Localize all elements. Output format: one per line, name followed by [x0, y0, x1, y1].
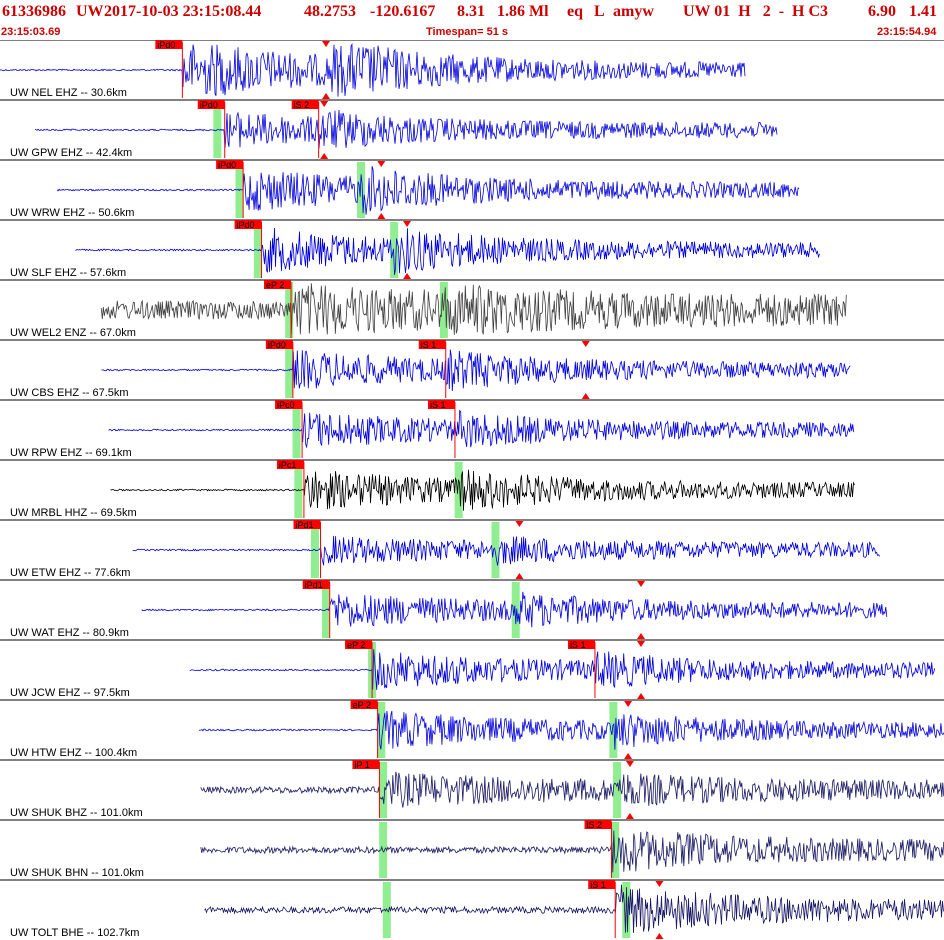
pick-label: iPd0 [237, 220, 255, 230]
marker-triangle-bottom [636, 633, 645, 639]
station-label: UW TOLT BHE -- 102.7km [10, 927, 139, 939]
marker-triangle-top [655, 881, 664, 887]
event-lat: 48.2753 [304, 3, 356, 20]
station-label: UW ETW EHZ -- 77.6km [10, 567, 130, 579]
marker-triangle-bottom [322, 93, 331, 99]
pick-label: eP 2 [353, 700, 371, 710]
pick-label: iPd0 [218, 160, 236, 170]
waveform-trace [101, 349, 851, 392]
event-extra2: 1.41 [909, 3, 937, 20]
marker-triangle-bottom [655, 933, 664, 939]
pick-window [454, 462, 463, 518]
event-datetime: 2017-10-03 23:15:08.44 [104, 3, 262, 20]
pick-window [377, 702, 386, 758]
event-extra1: 6.90 [868, 3, 896, 20]
pick-label: iS 2 [294, 100, 310, 110]
marker-triangle-top [377, 161, 386, 167]
marker-triangle-bottom [377, 213, 386, 219]
event-author: amyw [613, 3, 654, 20]
pick-label: iS 1 [421, 340, 437, 350]
event-magnitude: 1.86 Ml [497, 3, 549, 20]
event-quality: UW 01 H 2 - H C3 [683, 3, 829, 20]
marker-triangle-bottom [403, 273, 412, 279]
station-label: UW MRBL HHZ -- 69.5km [10, 507, 137, 519]
marker-triangle-top [403, 221, 412, 227]
waveform-trace [200, 830, 944, 873]
start-time: 23:15:03.69 [1, 26, 61, 38]
time-bar: 23:15:03.69 Timespan= 51 s 23:15:54.94 [0, 24, 944, 40]
marker-triangle-bottom [624, 753, 633, 759]
station-label: UW SHUK BHZ -- 101.0km [10, 807, 143, 819]
pick-label: iS 1 [590, 880, 606, 890]
pick-window [613, 762, 622, 818]
station-label: UW HTW EHZ -- 100.4km [10, 747, 137, 759]
waveform-trace [108, 409, 855, 449]
station-label: UW SLF EHZ -- 57.6km [10, 267, 126, 279]
marker-triangle-top [322, 41, 331, 47]
marker-triangle-bottom [515, 573, 524, 579]
waveform-trace [132, 535, 880, 566]
end-time: 23:15:54.94 [877, 26, 937, 38]
marker-triangle-bottom [636, 693, 645, 699]
pick-label: iPd0 [157, 40, 175, 50]
station-label: UW RPW EHZ -- 69.1km [10, 447, 132, 459]
waveform-trace [56, 166, 800, 215]
station-label: UW WEL2 ENZ -- 67.0km [10, 327, 136, 339]
station-label: UW JCW EHZ -- 97.5km [10, 687, 130, 699]
station-label: UW WAT EHZ -- 80.9km [10, 627, 129, 639]
pick-label: iPd0 [268, 340, 286, 350]
pick-label: eP 2 [347, 640, 365, 650]
pick-label: iPc0 [277, 400, 295, 410]
pick-label: iP 1 [354, 760, 369, 770]
pick-label: iPd1 [295, 520, 313, 530]
marker-triangle-top [636, 581, 645, 587]
station-label: UW GPW EHZ -- 42.4km [10, 147, 132, 159]
waveform-trace [189, 649, 936, 690]
marker-triangle-top [636, 641, 645, 647]
event-lon: -120.6167 [370, 3, 436, 20]
event-depth: 8.31 [457, 3, 485, 20]
waveform-trace [200, 771, 944, 808]
waveform-trace [34, 109, 778, 149]
event-network: UW [76, 3, 104, 20]
timespan: Timespan= 51 s [426, 26, 509, 38]
waveform-trace [100, 283, 847, 335]
station-label: UW CBS EHZ -- 67.5km [10, 387, 129, 399]
station-label: UW SHUK BHN -- 101.0km [10, 867, 144, 879]
event-flag: L [594, 3, 605, 20]
station-label: UW NEL EHZ -- 30.6km [10, 87, 127, 99]
waveform-trace [75, 227, 820, 275]
pick-label: iPd1 [305, 580, 323, 590]
pick-label: iS 1 [570, 640, 586, 650]
marker-triangle-bottom [581, 393, 590, 399]
seismogram-plot: iPd0 UW NEL EHZ -- 30.6km iPd0 iS 2 UW GPW E… [0, 40, 944, 939]
pick-window [357, 162, 366, 218]
waveform-trace [204, 884, 944, 934]
marker-triangle-top [320, 101, 329, 107]
event-id: 61336986 [2, 3, 66, 20]
marker-triangle-top [581, 341, 590, 347]
event-type: eq [567, 3, 583, 20]
station-label: UW WRW EHZ -- 50.6km [10, 207, 134, 219]
marker-triangle-top [515, 521, 524, 527]
pick-window [491, 522, 500, 578]
marker-triangle-top [625, 761, 634, 767]
pick-label: iPd0 [200, 100, 218, 110]
waveform-trace [110, 469, 855, 511]
marker-triangle-bottom [625, 813, 634, 819]
marker-triangle-top [624, 701, 633, 707]
pick-label: iS 2 [587, 820, 603, 830]
marker-triangle-bottom [320, 153, 329, 159]
waveform-trace [198, 710, 944, 750]
pick-label: eP 2 [266, 280, 284, 290]
event-header: 61336986 UW 2017-10-03 23:15:08.44 48.27… [0, 0, 944, 24]
pick-label: iPc1 [279, 460, 297, 470]
pick-label: iS 1 [430, 400, 446, 410]
